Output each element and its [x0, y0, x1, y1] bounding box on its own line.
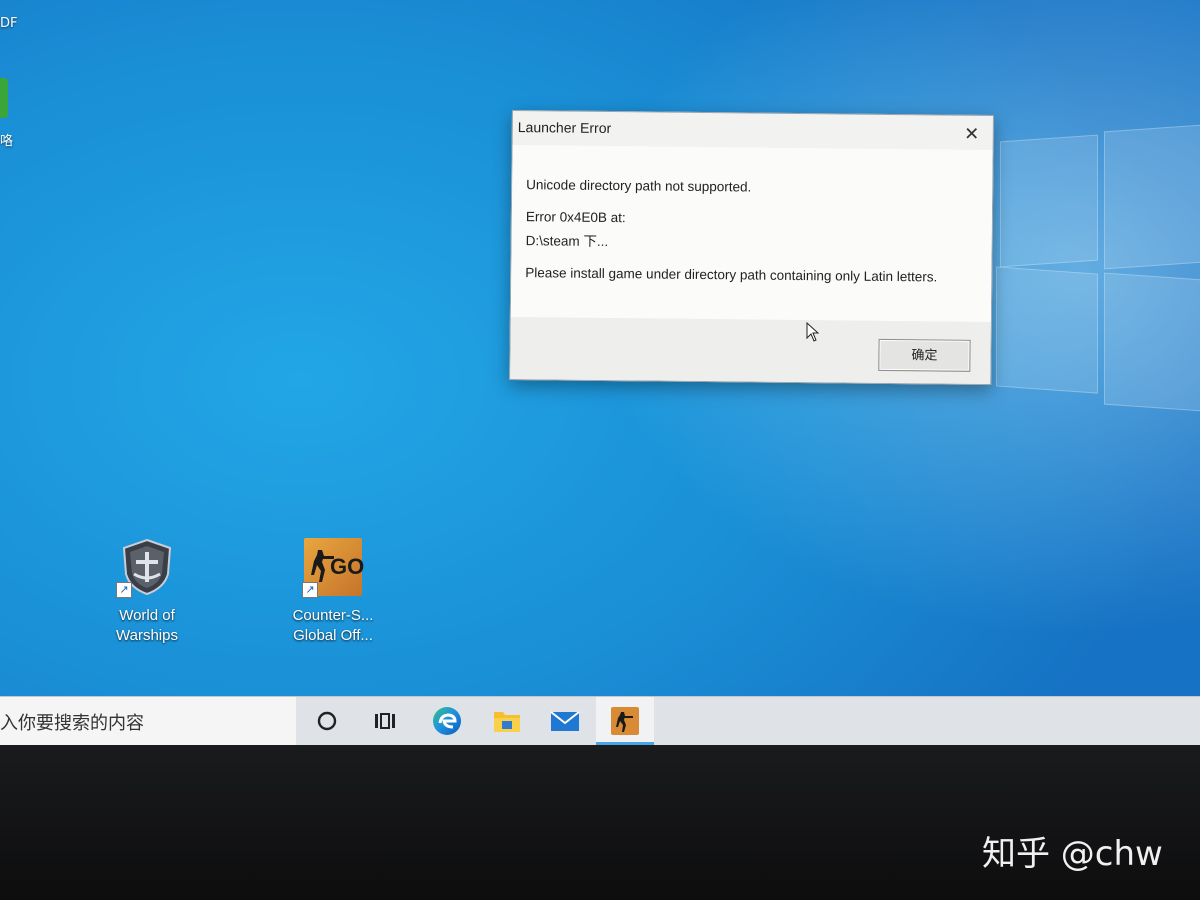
error-message-line: Unicode directory path not supported. — [526, 177, 752, 195]
ok-button[interactable]: 确定 — [878, 338, 971, 372]
mail-button[interactable] — [536, 697, 594, 745]
csgo-taskbar-button[interactable] — [596, 697, 654, 745]
dialog-footer: 确定 — [510, 316, 991, 385]
windows-logo-pane — [1000, 134, 1098, 268]
shortcut-arrow-icon: ↗ — [116, 582, 132, 598]
mouse-cursor-icon — [806, 322, 820, 342]
file-explorer-button[interactable] — [478, 697, 536, 745]
cortana-button[interactable] — [298, 697, 356, 745]
desktop-icon-world-of-warships[interactable]: ↗ World of Warships — [92, 538, 202, 646]
desktop-screen: DF 咯 ↗ World of Warships GO ↗ Counter-S.… — [0, 0, 1200, 745]
desktop-icon-label: World of Warships — [116, 607, 178, 644]
windows-logo-pane — [996, 266, 1098, 394]
close-icon[interactable]: ✕ — [959, 122, 985, 146]
mail-icon — [550, 711, 580, 731]
dialog-title: Launcher Error — [517, 119, 612, 137]
dialog-body: Unicode directory path not supported. Er… — [510, 145, 993, 323]
world-of-warships-icon: ↗ — [116, 538, 176, 598]
error-code-line: Error 0x4E0B at: — [525, 209, 626, 226]
monitor-bezel — [0, 745, 1200, 900]
windows-logo-pane — [1104, 272, 1200, 412]
desktop-icon-label: Counter-S... Global Off... — [292, 607, 374, 644]
csgo-badge-text: GO — [330, 554, 365, 579]
zhihu-watermark: 知乎 @chw — [982, 834, 1163, 874]
desktop-icon-label-partial[interactable]: DF — [0, 16, 18, 31]
task-view-button[interactable] — [356, 697, 414, 745]
file-explorer-icon — [494, 712, 520, 732]
csgo-icon: GO ↗ — [302, 538, 365, 598]
desktop-icon-label-partial[interactable]: 咯 — [0, 130, 13, 149]
error-instruction-line: Please install game under directory path… — [525, 265, 938, 285]
edge-button[interactable] — [418, 697, 476, 745]
error-path-line: D:\steam 下... — [525, 233, 609, 250]
edge-icon — [433, 707, 461, 735]
search-placeholder: 入你要搜索的内容 — [0, 713, 144, 734]
cortana-icon — [317, 711, 337, 731]
desktop-icon-partial[interactable] — [0, 78, 8, 118]
desktop-icon-csgo[interactable]: GO ↗ Counter-S... Global Off... — [278, 538, 388, 646]
taskbar-search-box[interactable]: 入你要搜索的内容 — [0, 697, 296, 745]
task-view-icon — [375, 713, 395, 729]
shortcut-arrow-icon: ↗ — [302, 582, 318, 598]
dialog-titlebar[interactable]: Launcher Error ✕ — [513, 111, 993, 150]
csgo-taskbar-icon — [611, 707, 639, 735]
windows-logo-pane — [1104, 124, 1200, 270]
taskbar: 入你要搜索的内容 — [0, 696, 1200, 745]
launcher-error-dialog: Launcher Error ✕ Unicode directory path … — [509, 110, 994, 386]
